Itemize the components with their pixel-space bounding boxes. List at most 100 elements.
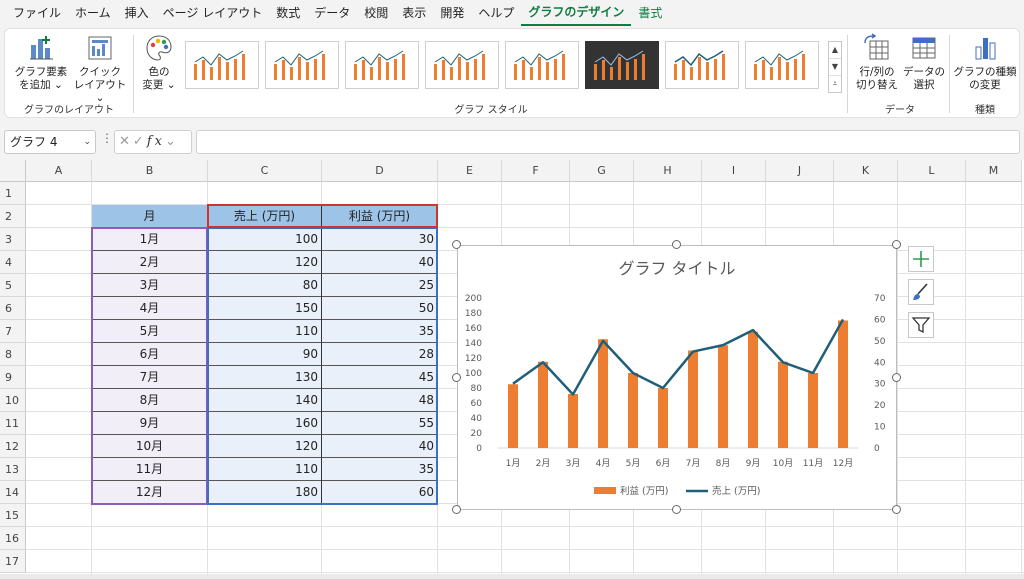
gallery-more-icon[interactable]: ⩡ — [829, 76, 841, 93]
table-cell[interactable]: 48 — [322, 389, 438, 412]
column-header[interactable]: D — [322, 160, 438, 182]
resize-handle[interactable] — [452, 240, 461, 249]
quick-layout-button[interactable]: クイック レイアウト ⌄ — [71, 33, 129, 105]
more-options-icon[interactable]: ⋮ — [101, 131, 113, 145]
resize-handle[interactable] — [672, 505, 681, 514]
row-header[interactable]: 3 — [0, 228, 26, 251]
chart-style-8[interactable] — [745, 41, 819, 89]
add-chart-element-button[interactable]: グラフ要素 を追加 ⌄ — [11, 33, 71, 92]
cancel-icon[interactable]: ✕ — [119, 134, 133, 149]
row-header[interactable]: 15 — [0, 504, 26, 527]
column-header[interactable]: K — [834, 160, 898, 182]
tab-review[interactable]: 校閲 — [357, 0, 395, 26]
chevron-down-icon[interactable]: ⌄ — [165, 134, 179, 149]
table-cell[interactable]: 110 — [208, 320, 322, 343]
chart-style-6[interactable] — [585, 41, 659, 89]
table-cell[interactable]: 100 — [208, 228, 322, 251]
row-header[interactable]: 12 — [0, 435, 26, 458]
resize-handle[interactable] — [892, 505, 901, 514]
table-cell[interactable]: 50 — [322, 297, 438, 320]
table-cell[interactable]: 4月 — [92, 297, 208, 320]
column-header[interactable]: G — [570, 160, 634, 182]
column-header[interactable]: H — [634, 160, 702, 182]
row-header[interactable]: 1 — [0, 182, 26, 205]
table-cell[interactable]: 130 — [208, 366, 322, 389]
column-header[interactable]: M — [966, 160, 1022, 182]
row-header[interactable]: 17 — [0, 550, 26, 573]
table-cell[interactable]: 55 — [322, 412, 438, 435]
tab-file[interactable]: ファイル — [6, 0, 68, 26]
table-cell[interactable]: 10月 — [92, 435, 208, 458]
column-header[interactable]: I — [702, 160, 766, 182]
table-cell[interactable]: 利益 (万円) — [322, 205, 438, 228]
chart-title[interactable]: グラフ タイトル — [618, 259, 735, 278]
row-header[interactable]: 14 — [0, 481, 26, 504]
row-header[interactable]: 16 — [0, 527, 26, 550]
resize-handle[interactable] — [452, 505, 461, 514]
chart-style-5[interactable] — [505, 41, 579, 89]
table-cell[interactable]: 40 — [322, 251, 438, 274]
table-cell[interactable]: 25 — [322, 274, 438, 297]
chart-style-3[interactable] — [345, 41, 419, 89]
tab-developer[interactable]: 開発 — [433, 0, 471, 26]
table-cell[interactable]: 月 — [92, 205, 208, 228]
table-cell[interactable]: 3月 — [92, 274, 208, 297]
resize-handle[interactable] — [892, 372, 901, 382]
table-cell[interactable]: 180 — [208, 481, 322, 504]
chart-elements-button[interactable] — [908, 246, 934, 272]
table-cell[interactable]: 150 — [208, 297, 322, 320]
table-cell[interactable]: 28 — [322, 343, 438, 366]
gallery-down-icon[interactable]: ▼ — [829, 59, 841, 76]
table-cell[interactable]: 8月 — [92, 389, 208, 412]
column-header[interactable]: L — [898, 160, 966, 182]
table-cell[interactable]: 6月 — [92, 343, 208, 366]
select-data-button[interactable]: データの 選択 — [901, 33, 947, 92]
row-header[interactable]: 5 — [0, 274, 26, 297]
name-box[interactable]: グラフ 4 ⌄ — [4, 130, 96, 154]
row-header[interactable]: 8 — [0, 343, 26, 366]
table-cell[interactable]: 9月 — [92, 412, 208, 435]
table-cell[interactable]: 35 — [322, 458, 438, 481]
table-cell[interactable]: 11月 — [92, 458, 208, 481]
table-cell[interactable]: 2月 — [92, 251, 208, 274]
table-cell[interactable]: 60 — [322, 481, 438, 504]
enter-icon[interactable]: ✓ — [133, 134, 147, 149]
switch-row-column-button[interactable]: 行/列の 切り替え — [853, 33, 901, 92]
table-cell[interactable]: 160 — [208, 412, 322, 435]
table-cell[interactable]: 90 — [208, 343, 322, 366]
row-header[interactable]: 6 — [0, 297, 26, 320]
table-cell[interactable]: 5月 — [92, 320, 208, 343]
select-all-corner[interactable] — [0, 160, 26, 182]
table-cell[interactable]: 売上 (万円) — [208, 205, 322, 228]
row-header[interactable]: 11 — [0, 412, 26, 435]
column-header[interactable]: F — [502, 160, 570, 182]
tab-home[interactable]: ホーム — [68, 0, 118, 26]
table-cell[interactable]: 7月 — [92, 366, 208, 389]
table-cell[interactable]: 12月 — [92, 481, 208, 504]
table-cell[interactable]: 140 — [208, 389, 322, 412]
tab-formulas[interactable]: 数式 — [269, 0, 307, 26]
chart-styles-button[interactable] — [908, 279, 934, 305]
table-cell[interactable]: 45 — [322, 366, 438, 389]
tab-data[interactable]: データ — [307, 0, 357, 26]
chart-filters-button[interactable] — [908, 312, 934, 338]
table-cell[interactable]: 40 — [322, 435, 438, 458]
gallery-up-icon[interactable]: ▲ — [829, 42, 841, 59]
tab-format[interactable]: 書式 — [631, 0, 669, 26]
tab-view[interactable]: 表示 — [395, 0, 433, 26]
column-header[interactable]: A — [26, 160, 92, 182]
chevron-down-icon[interactable]: ⌄ — [83, 131, 91, 153]
tab-chart-design[interactable]: グラフのデザイン — [521, 0, 632, 26]
tab-insert[interactable]: 挿入 — [118, 0, 156, 26]
table-cell[interactable]: 35 — [322, 320, 438, 343]
chart-style-1[interactable] — [185, 41, 259, 89]
row-header[interactable]: 9 — [0, 366, 26, 389]
change-colors-button[interactable]: 色の 変更 ⌄ — [137, 33, 181, 92]
insert-function-icon[interactable]: fx — [147, 134, 165, 149]
column-header[interactable]: C — [208, 160, 322, 182]
tab-page-layout[interactable]: ページ レイアウト — [156, 0, 270, 26]
chart-style-2[interactable] — [265, 41, 339, 89]
column-header[interactable]: J — [766, 160, 834, 182]
chart-object[interactable]: グラフ タイトル 0 20 40 60 80 100 120 140 160 180 200 0 10 20… — [457, 245, 897, 510]
combo-chart[interactable]: グラフ タイトル 0 20 40 60 80 100 120 140 160 180 200 0 10 20… — [458, 246, 896, 509]
